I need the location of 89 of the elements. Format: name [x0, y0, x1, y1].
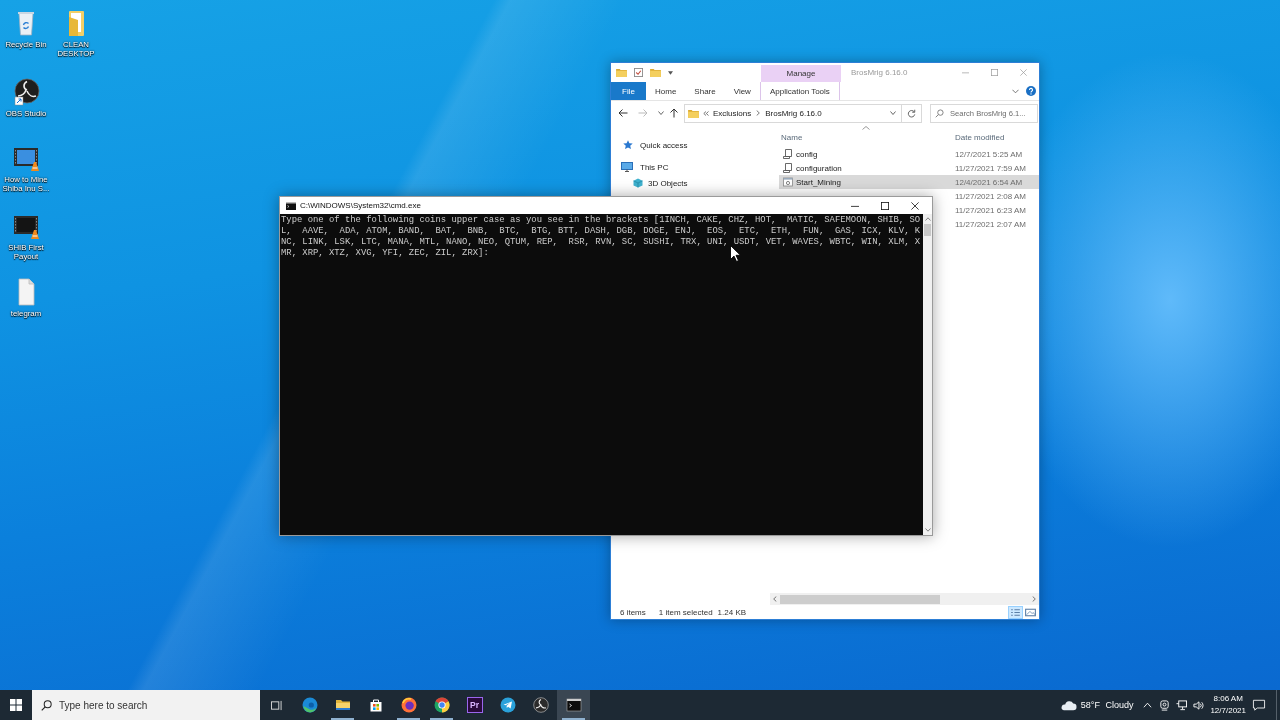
- file-date: 11/27/2021 2:08 AM: [954, 191, 1027, 201]
- refresh-icon: [907, 108, 916, 118]
- console-line: MR, XRP, XTZ, XVG, YFI, ZEC, ZIL, ZRX]:: [281, 248, 489, 259]
- help-icon[interactable]: [1026, 86, 1036, 96]
- task-view-icon: [270, 699, 283, 711]
- status-text: 6 items: [620, 607, 646, 617]
- search-icon: [935, 108, 944, 118]
- script-file-icon: [783, 163, 793, 173]
- file-date: 11/27/2021 2:07 AM: [954, 219, 1027, 229]
- scrollbar-thumb[interactable]: [780, 594, 940, 604]
- file-row[interactable]: configuration 11/27/2021 7:59 AM: [779, 161, 1039, 175]
- large-icons-view-icon[interactable]: [1024, 606, 1037, 618]
- console-line: NC, LINK, LSK, LTC, MANA, MTL, NANO, NEO, QTUM, REP, RSR, RVN, SC, SUSHI, TRX, UNI, USDT, VET, WAVES, WBTC, WIN, XLM, X: [281, 237, 921, 248]
- address-segment[interactable]: BrosMrig 6.16.0: [765, 108, 822, 118]
- up-arrow-icon[interactable]: [669, 108, 679, 118]
- file-menu-button[interactable]: File: [611, 82, 646, 100]
- ribbon-tab[interactable]: Home: [646, 82, 686, 100]
- terminal-icon: [565, 697, 582, 713]
- status-text: 1 item selected: [658, 607, 713, 617]
- browser-icon: [301, 697, 318, 713]
- file-date: 11/27/2021 6:23 AM: [954, 205, 1027, 215]
- webcam-icon[interactable]: [1159, 699, 1171, 711]
- ribbon-tab[interactable]: View: [724, 82, 760, 100]
- address-bar[interactable]: Exclusions BrosMrig 6.16.0: [684, 103, 902, 123]
- refresh-button[interactable]: [902, 103, 922, 123]
- browser-icon: [433, 697, 450, 713]
- file-date: 11/27/2021 7:59 AM: [954, 163, 1027, 173]
- caret-down-icon[interactable]: [658, 111, 664, 115]
- weather-text[interactable]: 58°F Cloudy: [1080, 700, 1134, 710]
- console-line: L, AAVE, ADA, ATOM, BAND, BAT, BNB, BTC, BTG, BTT, DASH, DGB, DOGE, ENJ, EOS, ETC, ETH, FUN, GAS, ICX, KLV, K: [281, 226, 921, 237]
- taskbar-button[interactable]: [557, 690, 590, 720]
- caret-down-icon[interactable]: [668, 70, 673, 75]
- paper-plane-icon: [499, 697, 516, 713]
- notification-icon[interactable]: [1252, 699, 1266, 711]
- context-tab-label: Manage: [761, 65, 841, 82]
- window-title: BrosMrig 6.16.0: [851, 67, 908, 79]
- search-icon: [41, 699, 52, 711]
- mouse-pointer-icon: [730, 245, 741, 262]
- swirl-circle-icon: [532, 697, 549, 713]
- console-line: Type one of the following coins upper case as you see in the brackets [1INCH, CAKE, CHZ, HOT, MATIC, SAFEMOON, SHIB, SO: [281, 215, 921, 226]
- taskbar-button[interactable]: Pr: [458, 690, 491, 720]
- maximize-icon[interactable]: [881, 201, 889, 210]
- nav-item[interactable]: Quick access: [611, 137, 688, 153]
- swirl-circle-icon[interactable]: [11, 77, 41, 107]
- window-title: C:\WINDOWS\System32\cmd.exe: [300, 201, 421, 210]
- ribbon-tab[interactable]: Share: [685, 82, 725, 100]
- caret-down-icon[interactable]: [890, 111, 896, 115]
- folder-icon: [334, 697, 351, 713]
- chevron-down-icon[interactable]: [1012, 88, 1019, 94]
- file-name: Start_Mining: [796, 177, 841, 187]
- folder-icon: [688, 108, 699, 118]
- script-file-icon: [783, 149, 793, 159]
- file-name: config: [796, 149, 818, 159]
- clock-date[interactable]: 12/7/2021: [1210, 705, 1246, 717]
- network-icon[interactable]: [1176, 699, 1188, 711]
- file-name: configuration: [796, 163, 842, 173]
- monitor-icon: [621, 162, 633, 172]
- nav-item[interactable]: This PC: [611, 159, 669, 175]
- cloud-icon[interactable]: [1059, 699, 1077, 711]
- double-chevron-icon[interactable]: [703, 110, 709, 116]
- nav-item[interactable]: 3D Objects: [611, 175, 688, 191]
- windows-logo-icon: [10, 699, 22, 711]
- sort-caret-icon: [862, 126, 870, 130]
- chevron-down-icon[interactable]: [924, 528, 931, 532]
- app-logo: Pr: [466, 697, 483, 713]
- close-icon[interactable]: [911, 201, 919, 210]
- file-row[interactable]: Start_Mining 12/4/2021 6:54 AM: [779, 175, 1039, 189]
- back-arrow-icon[interactable]: [618, 108, 628, 118]
- column-header[interactable]: Name: [779, 125, 951, 147]
- status-text: 1.24 KB: [717, 607, 747, 617]
- cube-icon: [633, 178, 643, 188]
- address-segment[interactable]: Exclusions: [713, 108, 752, 118]
- horizontal-scrollbar[interactable]: [770, 593, 1039, 605]
- chevron-right-icon[interactable]: [756, 110, 761, 116]
- browser-icon: [400, 697, 417, 713]
- window-file-icon: [783, 177, 793, 187]
- file-date: 12/4/2021 6:54 AM: [954, 177, 1023, 187]
- terminal-icon: [286, 201, 296, 210]
- tick-box-icon[interactable]: [634, 68, 643, 77]
- star-icon: [623, 140, 633, 150]
- vertical-scrollbar[interactable]: [923, 214, 932, 535]
- clock-time[interactable]: 8:06 AM: [1213, 693, 1243, 705]
- scrollbar-thumb[interactable]: [924, 224, 931, 236]
- column-header[interactable]: Date modified: [951, 125, 1005, 147]
- speaker-icon[interactable]: [1193, 699, 1205, 711]
- details-view-icon[interactable]: [1009, 606, 1022, 618]
- file-date: 12/7/2021 5:25 AM: [954, 149, 1023, 159]
- file-row[interactable]: config 12/7/2021 5:25 AM: [779, 147, 1039, 161]
- search-field[interactable]: Type here to search: [32, 690, 260, 720]
